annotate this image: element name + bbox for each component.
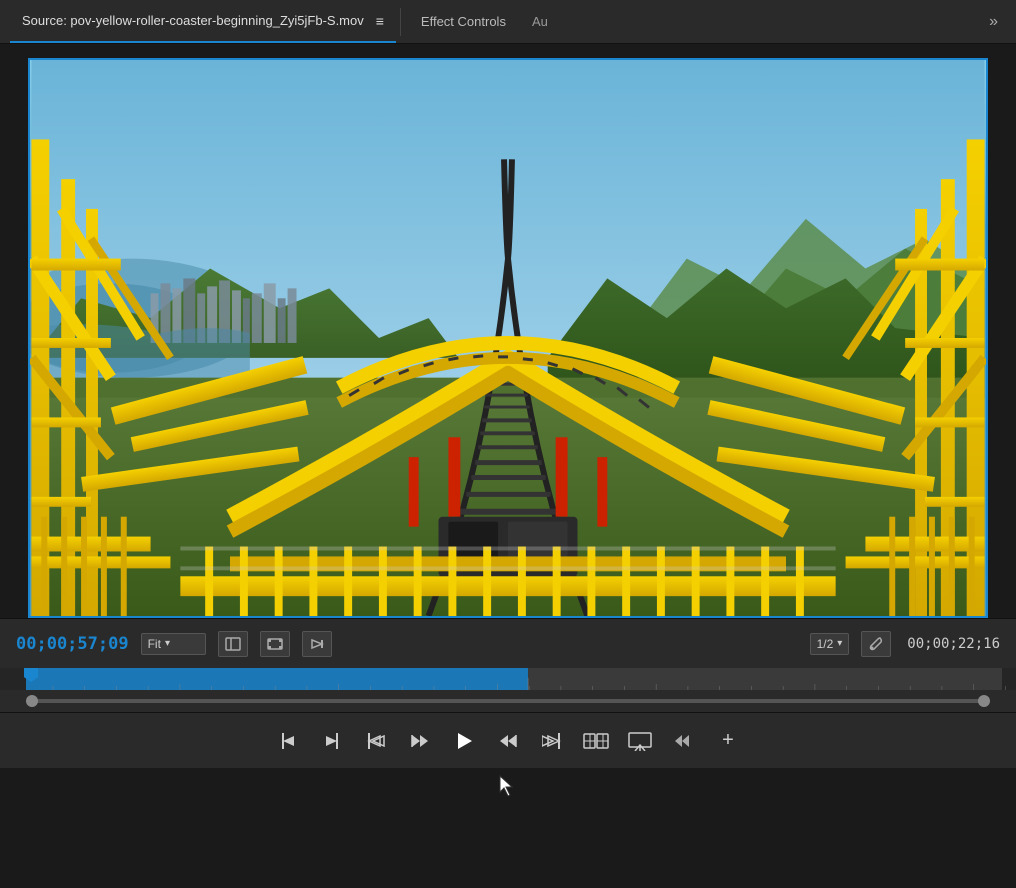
tab-effect-controls[interactable]: Effect Controls <box>405 0 522 43</box>
mark-in-icon <box>280 732 296 750</box>
insert-btn[interactable] <box>578 723 614 759</box>
fit-dropdown[interactable]: Fit ▾ <box>141 633 206 655</box>
wrench-icon <box>868 636 884 652</box>
au-label: Au <box>532 14 548 29</box>
video-preview <box>28 58 988 618</box>
fit-label: Fit <box>148 637 161 651</box>
go-to-in-btn[interactable] <box>358 723 394 759</box>
toggle-frame-btn[interactable] <box>218 631 248 657</box>
source-menu-icon[interactable]: ≡ <box>376 13 384 29</box>
timecode-end: 00;00;22;16 <box>907 636 1000 652</box>
play-icon <box>453 730 475 752</box>
scrub-area[interactable] <box>0 690 1016 712</box>
timecode-current: 00;00;57;09 <box>16 634 129 654</box>
header-tabbar: Source: pov-yellow-roller-coaster-beginn… <box>0 0 1016 44</box>
quality-dropdown[interactable]: 1/2 ▾ <box>810 633 850 655</box>
go-to-out-icon <box>542 732 562 750</box>
step-back-btn[interactable] <box>402 723 438 759</box>
overwrite-btn[interactable] <box>622 723 658 759</box>
add-btn[interactable]: + <box>710 723 746 759</box>
scrub-left-handle[interactable] <box>26 695 38 707</box>
mark-out-icon <box>324 732 340 750</box>
video-frame <box>30 60 986 616</box>
go-to-in-icon <box>366 732 386 750</box>
ruler-ticks-svg <box>0 668 1016 690</box>
mark-in-btn[interactable] <box>270 723 306 759</box>
effect-controls-label: Effect Controls <box>421 14 506 29</box>
quality-label: 1/2 <box>817 637 834 651</box>
tab-divider <box>400 8 401 36</box>
work-area-bar <box>26 699 990 703</box>
step-forward-btn[interactable] <box>490 723 526 759</box>
play-btn[interactable] <box>446 723 482 759</box>
quality-chevron-icon: ▾ <box>837 638 842 649</box>
source-tab-label: Source: pov-yellow-roller-coaster-beginn… <box>22 13 364 28</box>
step-forward-icon <box>498 733 518 749</box>
go-to-out-btn[interactable] <box>534 723 570 759</box>
filmstrip-btn[interactable] <box>260 631 290 657</box>
toggle-frame-icon <box>225 637 241 651</box>
settings-btn[interactable] <box>861 631 891 657</box>
more-transport-btn[interactable] <box>666 723 702 759</box>
timeline-section <box>0 668 1016 712</box>
overwrite-icon <box>628 731 652 751</box>
mouse-cursor <box>498 774 518 798</box>
more-transport-icon <box>675 734 693 748</box>
controls-bar: 00;00;57;09 Fit ▾ 1/2 ▾ <box>0 618 1016 668</box>
scrub-right-handle[interactable] <box>978 695 990 707</box>
transport-bar: + <box>0 712 1016 768</box>
insert-icon <box>583 731 609 751</box>
insert-mode-btn[interactable] <box>302 631 332 657</box>
video-scene <box>30 60 986 616</box>
filmstrip-icon <box>267 637 283 651</box>
timeline-ruler[interactable] <box>0 668 1016 690</box>
step-back-icon <box>410 733 430 749</box>
mark-out-btn[interactable] <box>314 723 350 759</box>
tab-more-btn[interactable]: » <box>981 13 1006 31</box>
tab-au[interactable]: Au <box>522 0 558 43</box>
tab-source[interactable]: Source: pov-yellow-roller-coaster-beginn… <box>10 0 396 43</box>
fit-chevron-icon: ▾ <box>165 638 170 649</box>
insert-mode-icon <box>310 637 324 651</box>
